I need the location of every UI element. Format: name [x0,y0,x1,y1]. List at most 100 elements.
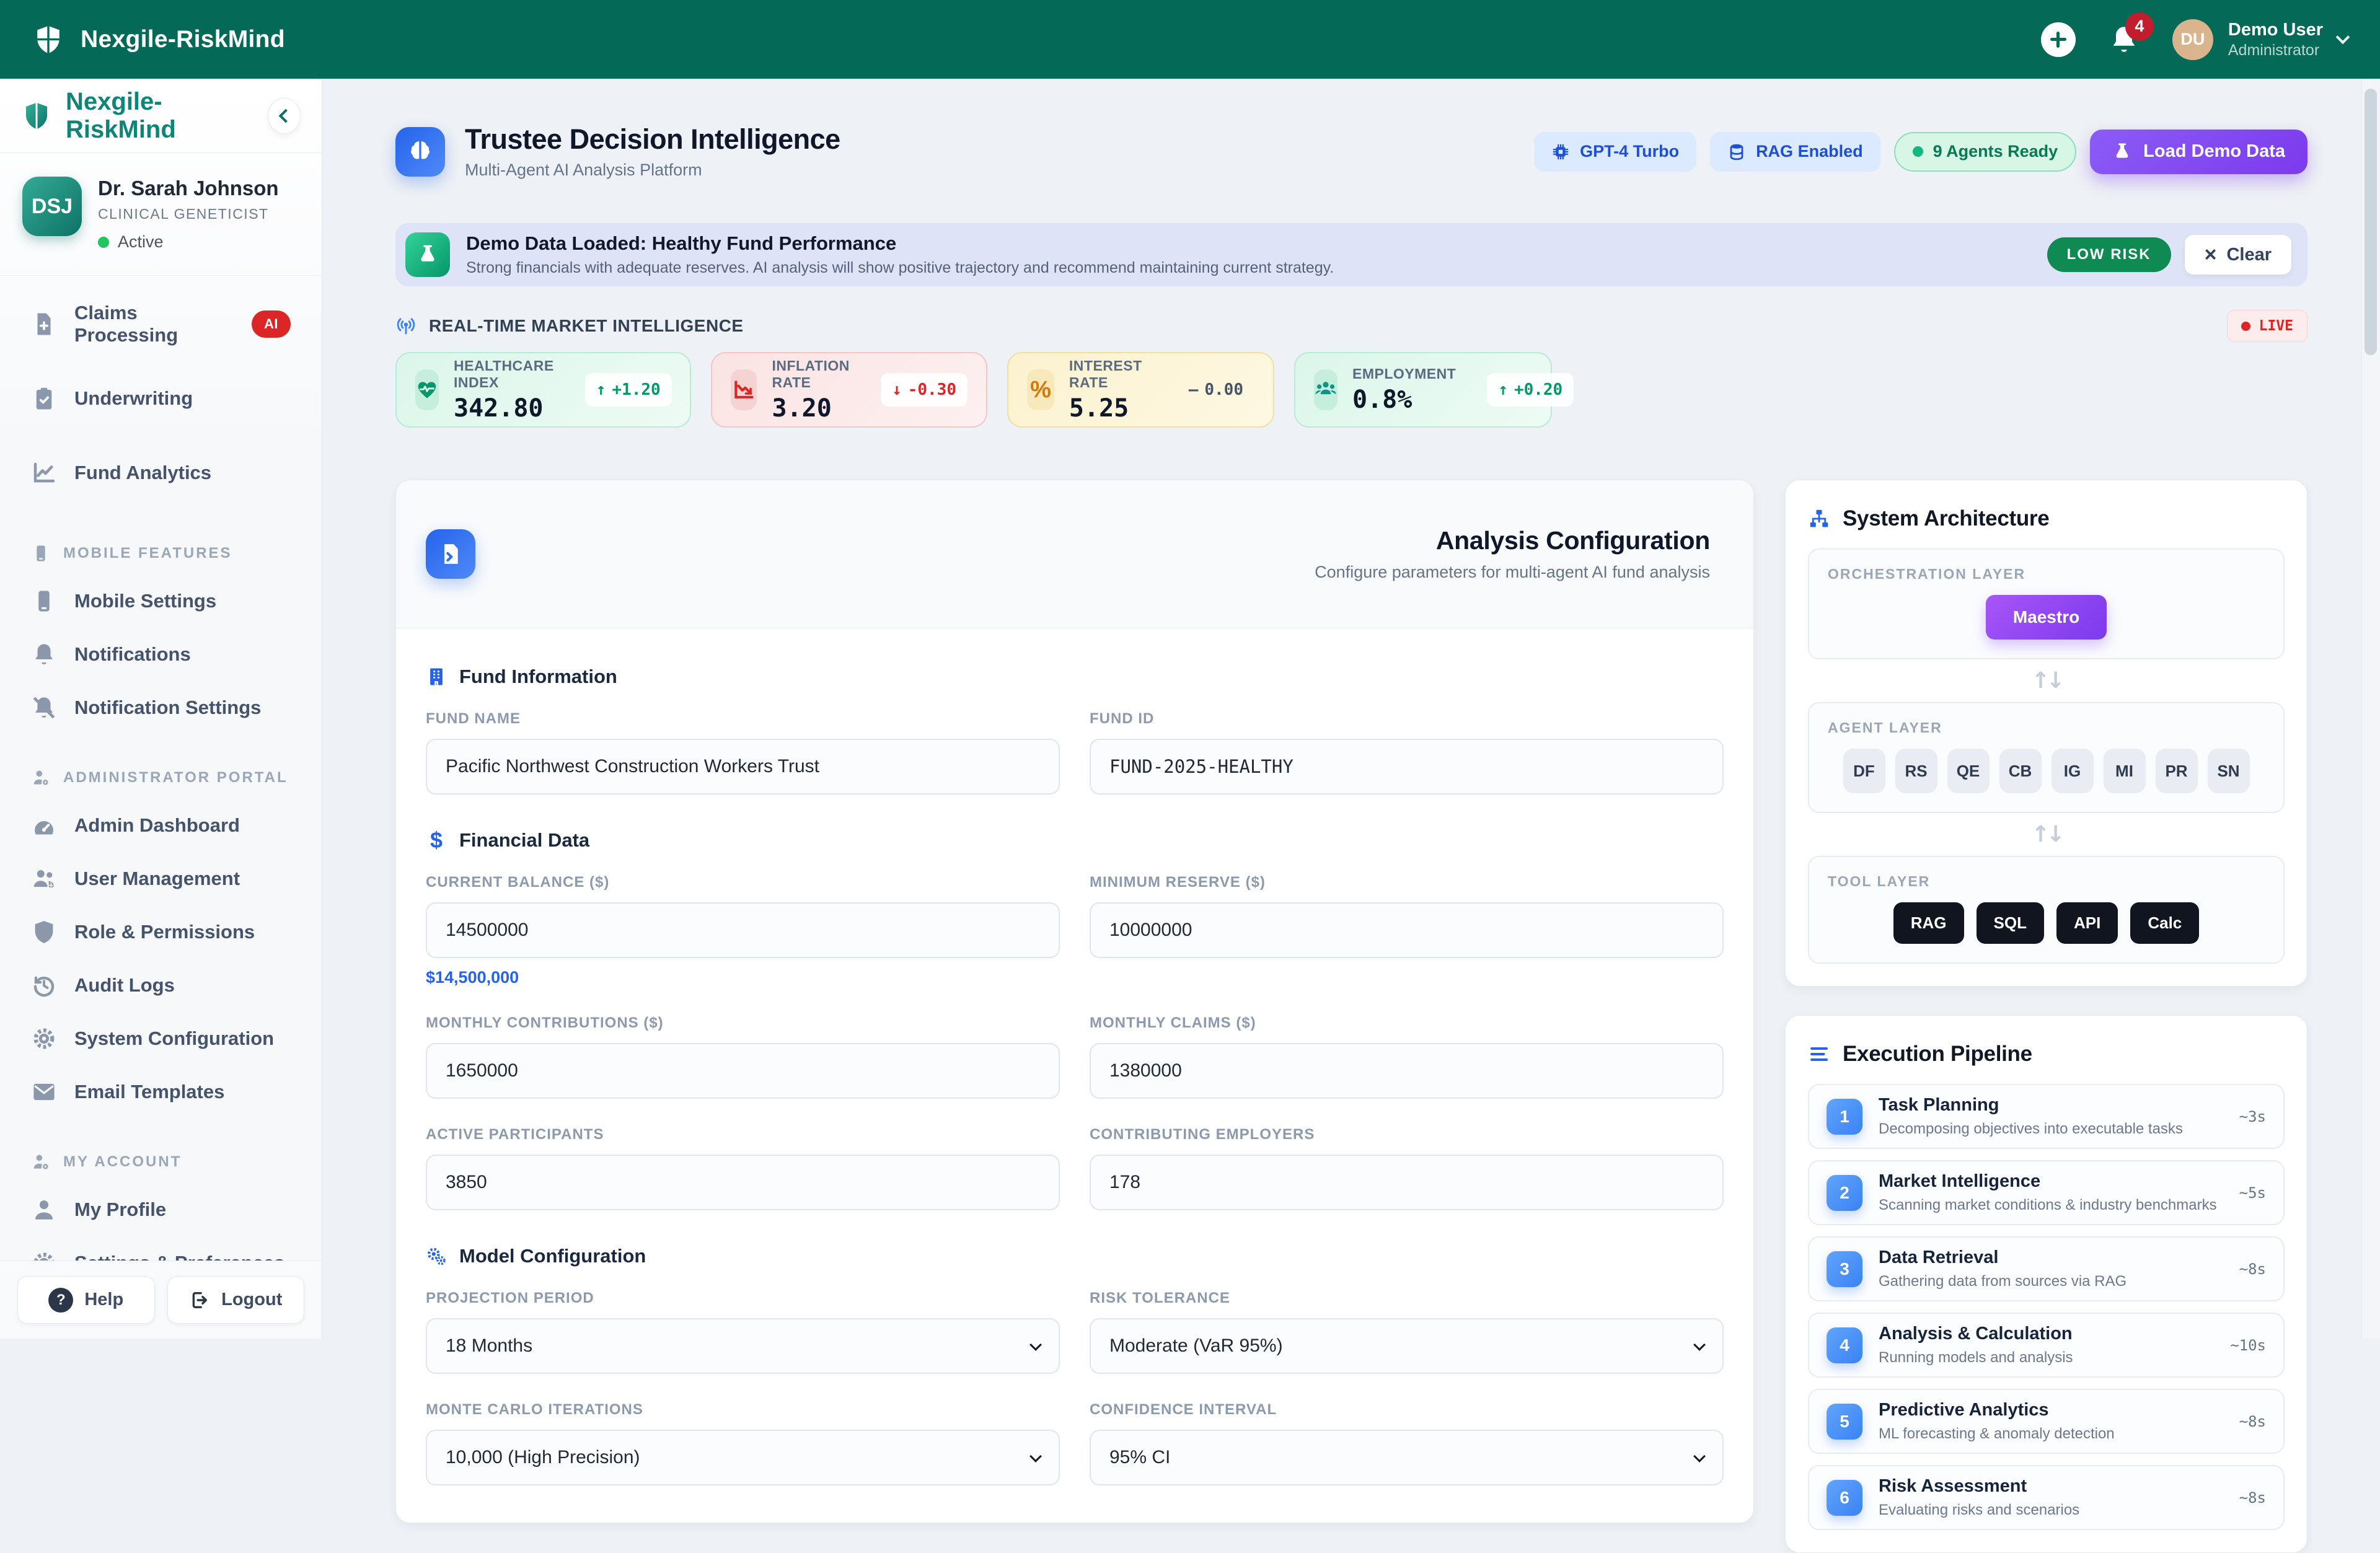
sidebar-item-system-configuration[interactable]: System Configuration [15,1012,307,1065]
envelope-icon [31,1079,57,1105]
tool-chips: RAG SQL API Calc [1828,902,2265,944]
sitemap-icon [1808,508,1830,530]
banner-description: Strong financials with adequate reserves… [466,259,1334,277]
live-badge: LIVE [2227,310,2307,342]
market-card-change: ↑ +0.20 [1487,373,1574,407]
step-number: 4 [1827,1327,1862,1363]
banner-text: Demo Data Loaded: Healthy Fund Performan… [466,232,1334,277]
sidebar-item-user-management[interactable]: User Management [15,852,307,905]
page-subtitle: Multi-Agent AI Analysis Platform [465,161,840,180]
list-icon [1808,1043,1830,1065]
building-icon [426,666,447,687]
notifications-button[interactable]: 4 [2108,24,2140,56]
agent-chip: DF [1843,749,1885,793]
clear-button[interactable]: × Clear [2185,235,2291,275]
load-demo-data-button[interactable]: Load Demo Data [2090,130,2307,174]
help-button[interactable]: ? Help [17,1276,155,1324]
broadcast-icon [395,315,416,337]
sidebar-header: Nexgile-RiskMind [0,79,322,153]
sidebar-item-claims-processing[interactable]: Claims Processing AI [15,287,307,361]
market-card-change: ↓ -0.30 [881,373,967,407]
field-current-balance: CURRENT BALANCE ($) $14,500,000 [426,874,1060,987]
projection-period-select[interactable]: 18 Months [426,1318,1060,1374]
field-active-participants: ACTIVE PARTICIPANTS [426,1126,1060,1210]
field-fund-id: FUND ID [1090,710,1724,794]
monthly-claims-input[interactable] [1090,1043,1724,1099]
sidebar-menu: Claims Processing AI Underwriting Fund A… [0,276,322,1260]
market-card-change: — 0.00 [1178,373,1254,407]
market-card-change: ↑ +1.20 [585,373,672,407]
up-arrow-icon: ↑ [1498,381,1508,399]
active-participants-input[interactable] [426,1155,1060,1210]
fund-id-input[interactable] [1090,739,1724,794]
sidebar-item-mobile-settings[interactable]: Mobile Settings [15,574,307,628]
sidebar-item-email-templates[interactable]: Email Templates [15,1065,307,1119]
risk-tolerance-select[interactable]: Moderate (VaR 95%) [1090,1318,1724,1374]
sidebar-item-role-permissions[interactable]: Role & Permissions [15,905,307,959]
form-subtitle: Configure parameters for multi-agent AI … [1315,563,1710,582]
sidebar-item-admin-dashboard[interactable]: Admin Dashboard [15,799,307,852]
chevron-down-icon [1029,1450,1042,1463]
market-card-healthcare-index: HEALTHCARE INDEX 342.80 ↑ +1.20 [395,352,691,428]
confidence-interval-select[interactable]: 95% CI [1090,1430,1724,1485]
sidebar-item-settings-preferences[interactable]: Settings & Preferences [15,1236,307,1260]
minimum-reserve-input[interactable] [1090,902,1724,958]
pipeline-step-analysis-calculation: 4 Analysis & Calculation Running models … [1808,1313,2285,1378]
step-number: 6 [1827,1480,1862,1516]
monte-carlo-select[interactable]: 10,000 (High Precision) [426,1430,1060,1485]
mobile-icon [31,588,57,614]
field-minimum-reserve: MINIMUM RESERVE ($) [1090,874,1724,987]
gear-icon [31,1026,57,1052]
agent-chip: SN [2208,749,2250,793]
page-title-block: Trustee Decision Intelligence Multi-Agen… [465,123,840,180]
tool-layer: TOOL LAYER RAG SQL API Calc [1808,856,2285,964]
section-fund-information: Fund Information [426,666,1724,688]
fund-name-input[interactable] [426,739,1060,794]
clipboard-check-icon [31,385,57,411]
logout-icon [189,1290,210,1311]
sidebar-item-notification-settings[interactable]: Notification Settings [15,681,307,734]
scrollbar-track[interactable] [2361,79,2380,1339]
up-arrow-icon: ↑ [596,381,606,399]
sidebar-user-card: DSJ Dr. Sarah Johnson CLINICAL GENETICIS… [0,153,322,276]
bell-icon [31,641,57,667]
add-button[interactable] [2041,22,2076,57]
top-navbar: Nexgile-RiskMind 4 DU Demo User Administ… [0,0,2380,79]
banner-title: Demo Data Loaded: Healthy Fund Performan… [466,232,1334,255]
user-menu[interactable]: DU Demo User Administrator [2172,19,2348,60]
percent-icon: % [1027,369,1054,410]
contributing-employers-input[interactable] [1090,1155,1724,1210]
sidebar-item-underwriting[interactable]: Underwriting [15,361,307,436]
architecture-header: System Architecture [1808,499,2285,539]
step-duration: ~8s [2239,1489,2266,1507]
sidebar-item-my-profile[interactable]: My Profile [15,1183,307,1236]
mobile-icon [31,543,51,563]
status-dot [98,237,109,248]
sidebar-item-fund-analytics[interactable]: Fund Analytics [15,436,307,510]
market-card-value: 3.20 [772,394,850,423]
tool-chip: Calc [2130,902,2199,944]
agent-layer: AGENT LAYER DF RS QE CB IG MI PR SN [1808,702,2285,813]
rag-chip: RAG Enabled [1710,132,1880,172]
sidebar-item-audit-logs[interactable]: Audit Logs [15,959,307,1012]
sidebar-user-info: Dr. Sarah Johnson CLINICAL GENETICIST Ac… [98,177,279,252]
field-projection-period: PROJECTION PERIOD 18 Months [426,1290,1060,1374]
brand-shield-icon [32,22,64,57]
market-card-label: HEALTHCARE INDEX [454,358,554,391]
step-duration: ~8s [2239,1260,2266,1278]
tool-chip: SQL [1977,902,2044,944]
sidebar-item-notifications[interactable]: Notifications [15,628,307,681]
sidebar-user-role: CLINICAL GENETICIST [98,206,279,222]
main-content: Trustee Decision Intelligence Multi-Agen… [322,79,2380,1339]
monthly-contributions-input[interactable] [426,1043,1060,1099]
ai-badge: AI [252,310,291,338]
sidebar-collapse-button[interactable] [268,98,301,134]
market-card-label: INFLATION RATE [772,358,850,391]
logout-button[interactable]: Logout [167,1276,305,1324]
flow-arrows-icon: ↑↓ [1808,668,2285,693]
people-group-icon [1314,369,1338,410]
sidebar-avatar: DSJ [22,177,82,236]
flask-icon [2112,142,2132,162]
scrollbar-thumb[interactable] [2365,89,2377,355]
current-balance-input[interactable] [426,902,1060,958]
